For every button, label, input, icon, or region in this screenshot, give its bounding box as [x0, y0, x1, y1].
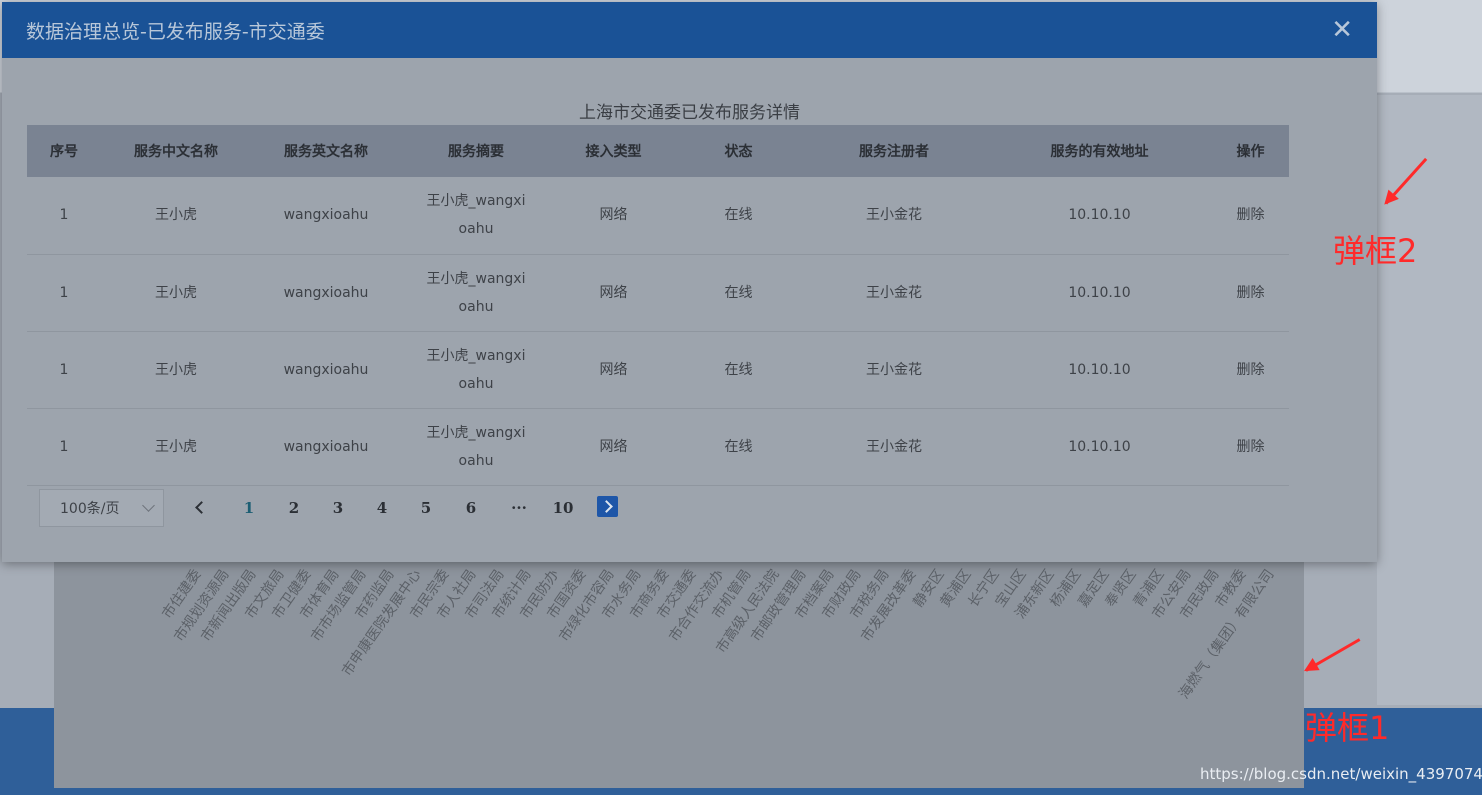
page-number[interactable]: 2 — [284, 489, 304, 527]
dialog-title: 数据治理总览-已发布服务-市交通委 — [26, 20, 325, 43]
cell-address: 10.10.10 — [987, 408, 1212, 486]
table-row: 1 王小虎 wangxioahu 王小虎_wangxioahu 网络 在线 王小金花 10.1… — [27, 254, 1289, 332]
cell-cn-name: 王小虎 — [101, 177, 251, 255]
cell-status: 在线 — [676, 177, 801, 255]
table-row: 1 王小虎 wangxioahu 王小虎_wangxioahu 网络 在线 王小金花 10.1… — [27, 177, 1289, 255]
cell-summary: 王小虎_wangxioahu — [401, 408, 551, 486]
pagination: 100条/页 1 2 3 4 5 6 ··· 10 — [39, 489, 1289, 527]
cell-en-name: wangxioahu — [251, 331, 401, 409]
col-header: 服务注册者 — [801, 125, 987, 177]
chart-axis-labels: 市住建委 市规划资源局 市新闻出版局 市文旅局 市卫健委 市体育局 市市场监管局 市药监局 市申… — [54, 540, 1304, 788]
page-number[interactable]: 5 — [416, 489, 436, 527]
cell-access: 网络 — [551, 331, 676, 409]
col-header: 序号 — [27, 125, 101, 177]
annotation-label-2: 弹框2 — [1333, 232, 1418, 270]
cell-summary: 王小虎_wangxioahu — [401, 331, 551, 409]
annotation-label-1: 弹框1 — [1305, 709, 1390, 747]
services-table: 序号 服务中文名称 服务英文名称 服务摘要 接入类型 状态 服务注册者 服务的有… — [27, 125, 1289, 486]
cell-summary: 王小虎_wangxioahu — [401, 177, 551, 255]
dialog-header: 数据治理总览-已发布服务-市交通委 ✕ — [2, 2, 1377, 58]
page-number[interactable]: 10 — [549, 489, 577, 527]
cell-access: 网络 — [551, 408, 676, 486]
table-caption: 上海市交通委已发布服务详情 — [579, 103, 800, 123]
cell-no: 1 — [27, 408, 101, 486]
col-header: 操作 — [1212, 125, 1289, 177]
cell-cn-name: 王小虎 — [101, 408, 251, 486]
page-number[interactable]: ··· — [505, 489, 533, 527]
cell-address: 10.10.10 — [987, 254, 1212, 332]
page-size-value: 100条/页 — [60, 501, 120, 517]
cell-registrant: 王小金花 — [801, 408, 987, 486]
cell-address: 10.10.10 — [987, 331, 1212, 409]
cell-address: 10.10.10 — [987, 177, 1212, 255]
cell-registrant: 王小金花 — [801, 331, 987, 409]
cell-action[interactable]: 删除 — [1212, 177, 1289, 255]
col-header: 状态 — [676, 125, 801, 177]
page-size-select[interactable]: 100条/页 — [39, 489, 164, 527]
col-header: 服务英文名称 — [251, 125, 401, 177]
col-header: 接入类型 — [551, 125, 676, 177]
table-header-row: 序号 服务中文名称 服务英文名称 服务摘要 接入类型 状态 服务注册者 服务的有… — [27, 125, 1289, 177]
cell-no: 1 — [27, 254, 101, 332]
page-number[interactable]: 6 — [461, 489, 481, 527]
close-icon[interactable]: ✕ — [1331, 17, 1353, 43]
cell-en-name: wangxioahu — [251, 177, 401, 255]
cell-summary-text: 王小虎_wangxioahu — [426, 270, 526, 315]
cell-access: 网络 — [551, 254, 676, 332]
cell-registrant: 王小金花 — [801, 254, 987, 332]
col-header: 服务摘要 — [401, 125, 551, 177]
background-side-panel — [1377, 95, 1482, 705]
table-row: 1 王小虎 wangxioahu 王小虎_wangxioahu 网络 在线 王小金花 10.1… — [27, 408, 1289, 486]
cell-registrant: 王小金花 — [801, 177, 987, 255]
cell-status: 在线 — [676, 254, 801, 332]
table-body: 1 王小虎 wangxioahu 王小虎_wangxioahu 网络 在线 王小金花 10.1… — [27, 177, 1289, 486]
cell-no: 1 — [27, 331, 101, 409]
cell-cn-name: 王小虎 — [101, 331, 251, 409]
cell-summary-text: 王小虎_wangxioahu — [426, 424, 526, 469]
cell-status: 在线 — [676, 408, 801, 486]
cell-action[interactable]: 删除 — [1212, 254, 1289, 332]
cell-en-name: wangxioahu — [251, 408, 401, 486]
cell-summary-text: 王小虎_wangxioahu — [426, 347, 526, 392]
cell-no: 1 — [27, 177, 101, 255]
dialog-1: 市住建委 市规划资源局 市新闻出版局 市文旅局 市卫健委 市体育局 市市场监管局 市药监局 市申… — [54, 540, 1304, 788]
cell-access: 网络 — [551, 177, 676, 255]
cell-summary: 王小虎_wangxioahu — [401, 254, 551, 332]
cell-action[interactable]: 删除 — [1212, 408, 1289, 486]
cell-cn-name: 王小虎 — [101, 254, 251, 332]
prev-page-icon[interactable] — [195, 501, 208, 514]
page-number[interactable]: 4 — [372, 489, 392, 527]
watermark: https://blog.csdn.net/weixin_43970743 — [1200, 765, 1482, 783]
next-page-icon[interactable] — [597, 496, 618, 517]
chevron-down-icon — [142, 499, 155, 512]
col-header: 服务的有效地址 — [987, 125, 1212, 177]
cell-summary-text: 王小虎_wangxioahu — [426, 193, 526, 238]
cell-status: 在线 — [676, 331, 801, 409]
table-row: 1 王小虎 wangxioahu 王小虎_wangxioahu 网络 在线 王小金花 10.1… — [27, 331, 1289, 409]
cell-action[interactable]: 删除 — [1212, 331, 1289, 409]
cell-en-name: wangxioahu — [251, 254, 401, 332]
page-number[interactable]: 3 — [328, 489, 348, 527]
col-header: 服务中文名称 — [101, 125, 251, 177]
page-number[interactable]: 1 — [239, 489, 259, 527]
dialog-2: 数据治理总览-已发布服务-市交通委 ✕ 上海市交通委已发布服务详情 序号 服务中… — [2, 2, 1377, 562]
